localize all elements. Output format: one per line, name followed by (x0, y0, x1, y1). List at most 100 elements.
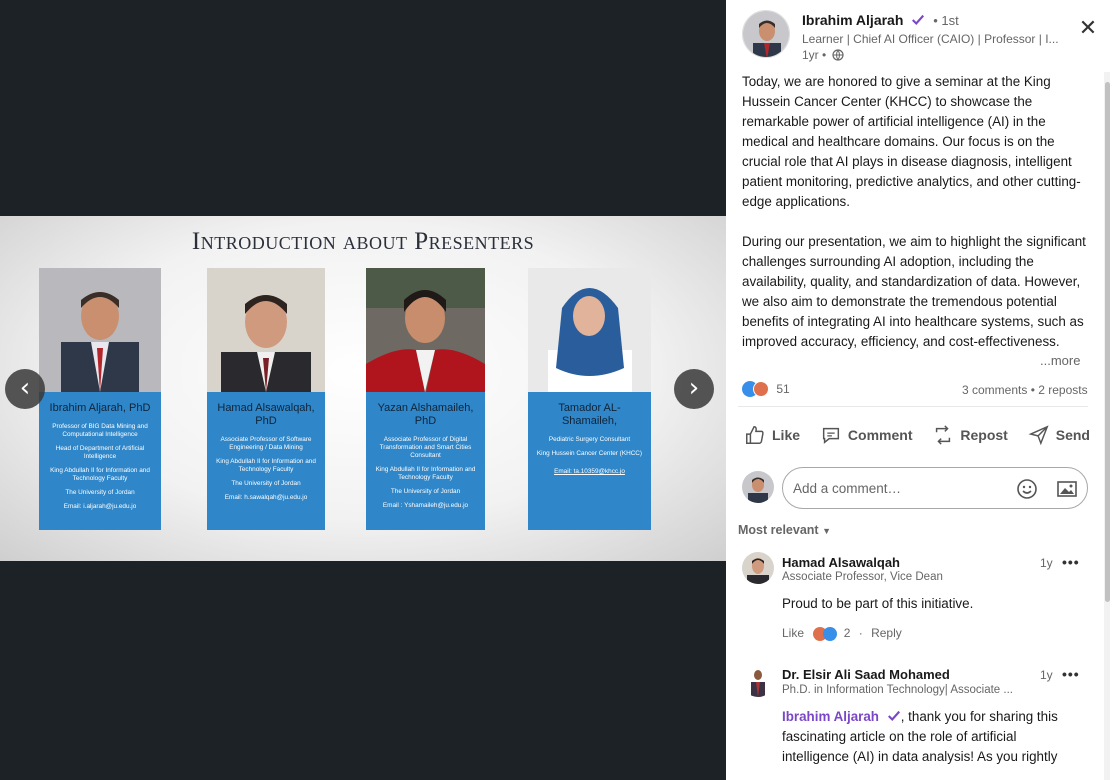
comment-icon (822, 427, 839, 444)
presenter-photo (528, 268, 651, 392)
reactions-count: 51 (776, 382, 790, 396)
reactions-summary[interactable]: 51 (742, 381, 790, 397)
scrollbar-thumb[interactable] (1105, 82, 1110, 602)
author-headline: Learner | Chief AI Officer (CAIO) | Prof… (802, 32, 1059, 46)
current-user-avatar[interactable] (742, 471, 774, 503)
commenter-name[interactable]: Hamad Alsawalqah (782, 555, 900, 570)
presenter-line: King Abdullah II for Information and Tec… (216, 458, 316, 473)
commenter-headline: Ph.D. in Information Technology| Associa… (782, 684, 1013, 696)
comment-box (782, 467, 1088, 509)
presenter-line: Professor of BIG Data Mining and Computa… (52, 423, 148, 438)
presenter-line: The University of Jordan (65, 489, 135, 496)
post-paragraph: During our presentation, we aim to highl… (742, 234, 1086, 349)
send-icon (1028, 425, 1049, 446)
presenter-info: Associate Professor of Software Engineer… (207, 436, 325, 502)
like-reaction-icon (823, 627, 838, 641)
comment-like-button[interactable]: Like (782, 626, 804, 640)
post-time: 1yr • (802, 48, 844, 62)
separator: · (858, 626, 863, 640)
presenter-name: Tamador AL-Shamaileh, (558, 402, 621, 427)
love-reaction-icon (753, 381, 769, 397)
repost-icon (936, 425, 951, 445)
presenter-line: The University of Jordan (390, 488, 461, 495)
connection-degree: • 1st (933, 13, 959, 28)
more-options-icon[interactable]: ••• (1062, 554, 1080, 570)
comment-time: 1y (1040, 556, 1053, 570)
presenter-line: Email: h.sawalqah@ju.edu.jo (224, 494, 308, 501)
send-label: Send (1055, 427, 1090, 443)
like-button[interactable]: Like (738, 418, 806, 452)
presenter-line: Head of Department of Artificial Intelli… (55, 445, 145, 460)
comment-time: 1y (1040, 668, 1053, 682)
image-viewer: Introduction about Presenters Ibrahim Al… (0, 0, 726, 780)
emoji-icon[interactable] (1015, 477, 1039, 501)
slide-title: Introduction about Presenters (191, 228, 535, 255)
close-icon[interactable]: ✕ (1076, 16, 1100, 40)
comment-label: Comment (847, 427, 913, 443)
comment-actions: Like 2 · Reply (782, 626, 902, 641)
chevron-left-icon: ‹ (19, 373, 31, 403)
comment-body: Ibrahim Aljarah , thank you for sharing … (782, 707, 1082, 767)
post-paragraph: Today, we are honored to give a seminar … (742, 74, 1081, 209)
divider (738, 406, 1088, 407)
presenter-line: Pediatric Surgery Consultant (548, 436, 631, 443)
commenter-name[interactable]: Dr. Elsir Ali Saad Mohamed (782, 667, 950, 682)
comment-input[interactable] (793, 468, 1013, 508)
presenter-photo (366, 268, 485, 392)
commenter-headline: Associate Professor, Vice Dean (782, 571, 943, 583)
comment-sort-dropdown[interactable]: Most relevant ▼ (738, 523, 831, 537)
author-name[interactable]: Ibrahim Aljarah • 1st (802, 12, 959, 28)
repost-label: Repost (960, 427, 1008, 443)
comment-reaction-count[interactable]: 2 (844, 626, 851, 640)
presenter-line: Email: ta.10359@khcc.jo (554, 468, 625, 475)
presenter-info: Pediatric Surgery Consultant King Hussei… (528, 436, 651, 476)
post-text: Today, we are honored to give a seminar … (742, 72, 1087, 372)
presenter-card: Tamador AL-Shamaileh, Pediatric Surgery … (528, 268, 651, 530)
presenter-line: Email : Yshamaileh@ju.edu.jo (382, 502, 469, 509)
like-label: Like (772, 427, 801, 443)
presenter-name: Yazan Alshamaileh, PhD (377, 402, 474, 427)
action-bar: Like Comment Repost Send (738, 418, 1096, 452)
post-time-text: 1yr • (802, 48, 827, 62)
presenter-line: King Abdullah II for Information and Tec… (50, 467, 150, 482)
author-name-text[interactable]: Ibrahim Aljarah (802, 12, 903, 28)
presenter-card: Yazan Alshamaileh, PhD Associate Profess… (366, 268, 485, 530)
presenter-photo (39, 268, 161, 392)
presenter-name: Hamad Alsawalqah, PhD (217, 402, 315, 427)
comment-body: Proud to be part of this initiative. (782, 596, 974, 611)
caret-down-icon: ▼ (822, 526, 831, 536)
presenter-line: Associate Professor of Software Engineer… (220, 436, 312, 451)
commenter-avatar[interactable] (742, 665, 774, 697)
globe-icon (831, 49, 844, 61)
presenter-line: Associate Professor of Digital Transform… (379, 436, 472, 459)
previous-image-button[interactable]: ‹ (5, 369, 45, 409)
image-icon[interactable] (1055, 477, 1079, 501)
verified-icon (912, 14, 925, 26)
presenter-info: Professor of BIG Data Mining and Computa… (39, 423, 161, 511)
comments-reposts-count[interactable]: 3 comments • 2 reposts (962, 383, 1088, 397)
presenter-line: The University of Jordan (231, 480, 301, 487)
send-button[interactable]: Send (1022, 418, 1096, 452)
more-options-icon[interactable]: ••• (1062, 666, 1080, 682)
comment-button[interactable]: Comment (814, 418, 919, 452)
chevron-right-icon: › (688, 373, 700, 403)
next-image-button[interactable]: › (674, 369, 714, 409)
presenter-name: Ibrahim Aljarah, PhD (49, 402, 151, 414)
presenter-card: Ibrahim Aljarah, PhD Professor of BIG Da… (39, 268, 161, 530)
thumbs-up-icon (746, 426, 764, 444)
repost-button[interactable]: Repost (926, 418, 1013, 452)
presenter-info: Associate Professor of Digital Transform… (366, 436, 485, 510)
presenter-photo (207, 268, 325, 392)
presenter-card: Hamad Alsawalqah, PhD Associate Professo… (207, 268, 325, 530)
post-panel: Ibrahim Aljarah • 1st Learner | Chief AI… (726, 0, 1112, 780)
slide-image: Introduction about Presenters Ibrahim Al… (0, 216, 726, 561)
sort-label: Most relevant (738, 523, 819, 537)
verified-icon (887, 710, 900, 722)
author-avatar[interactable] (742, 10, 790, 58)
comment-reply-button[interactable]: Reply (871, 626, 902, 640)
presenter-line: Email: i.aljarah@ju.edu.jo (63, 503, 137, 510)
mention-link[interactable]: Ibrahim Aljarah (782, 709, 879, 724)
commenter-avatar[interactable] (742, 552, 774, 584)
see-more-link[interactable]: ...more (1036, 353, 1081, 368)
presenter-line: King Abdullah II for Information and Tec… (375, 466, 476, 481)
